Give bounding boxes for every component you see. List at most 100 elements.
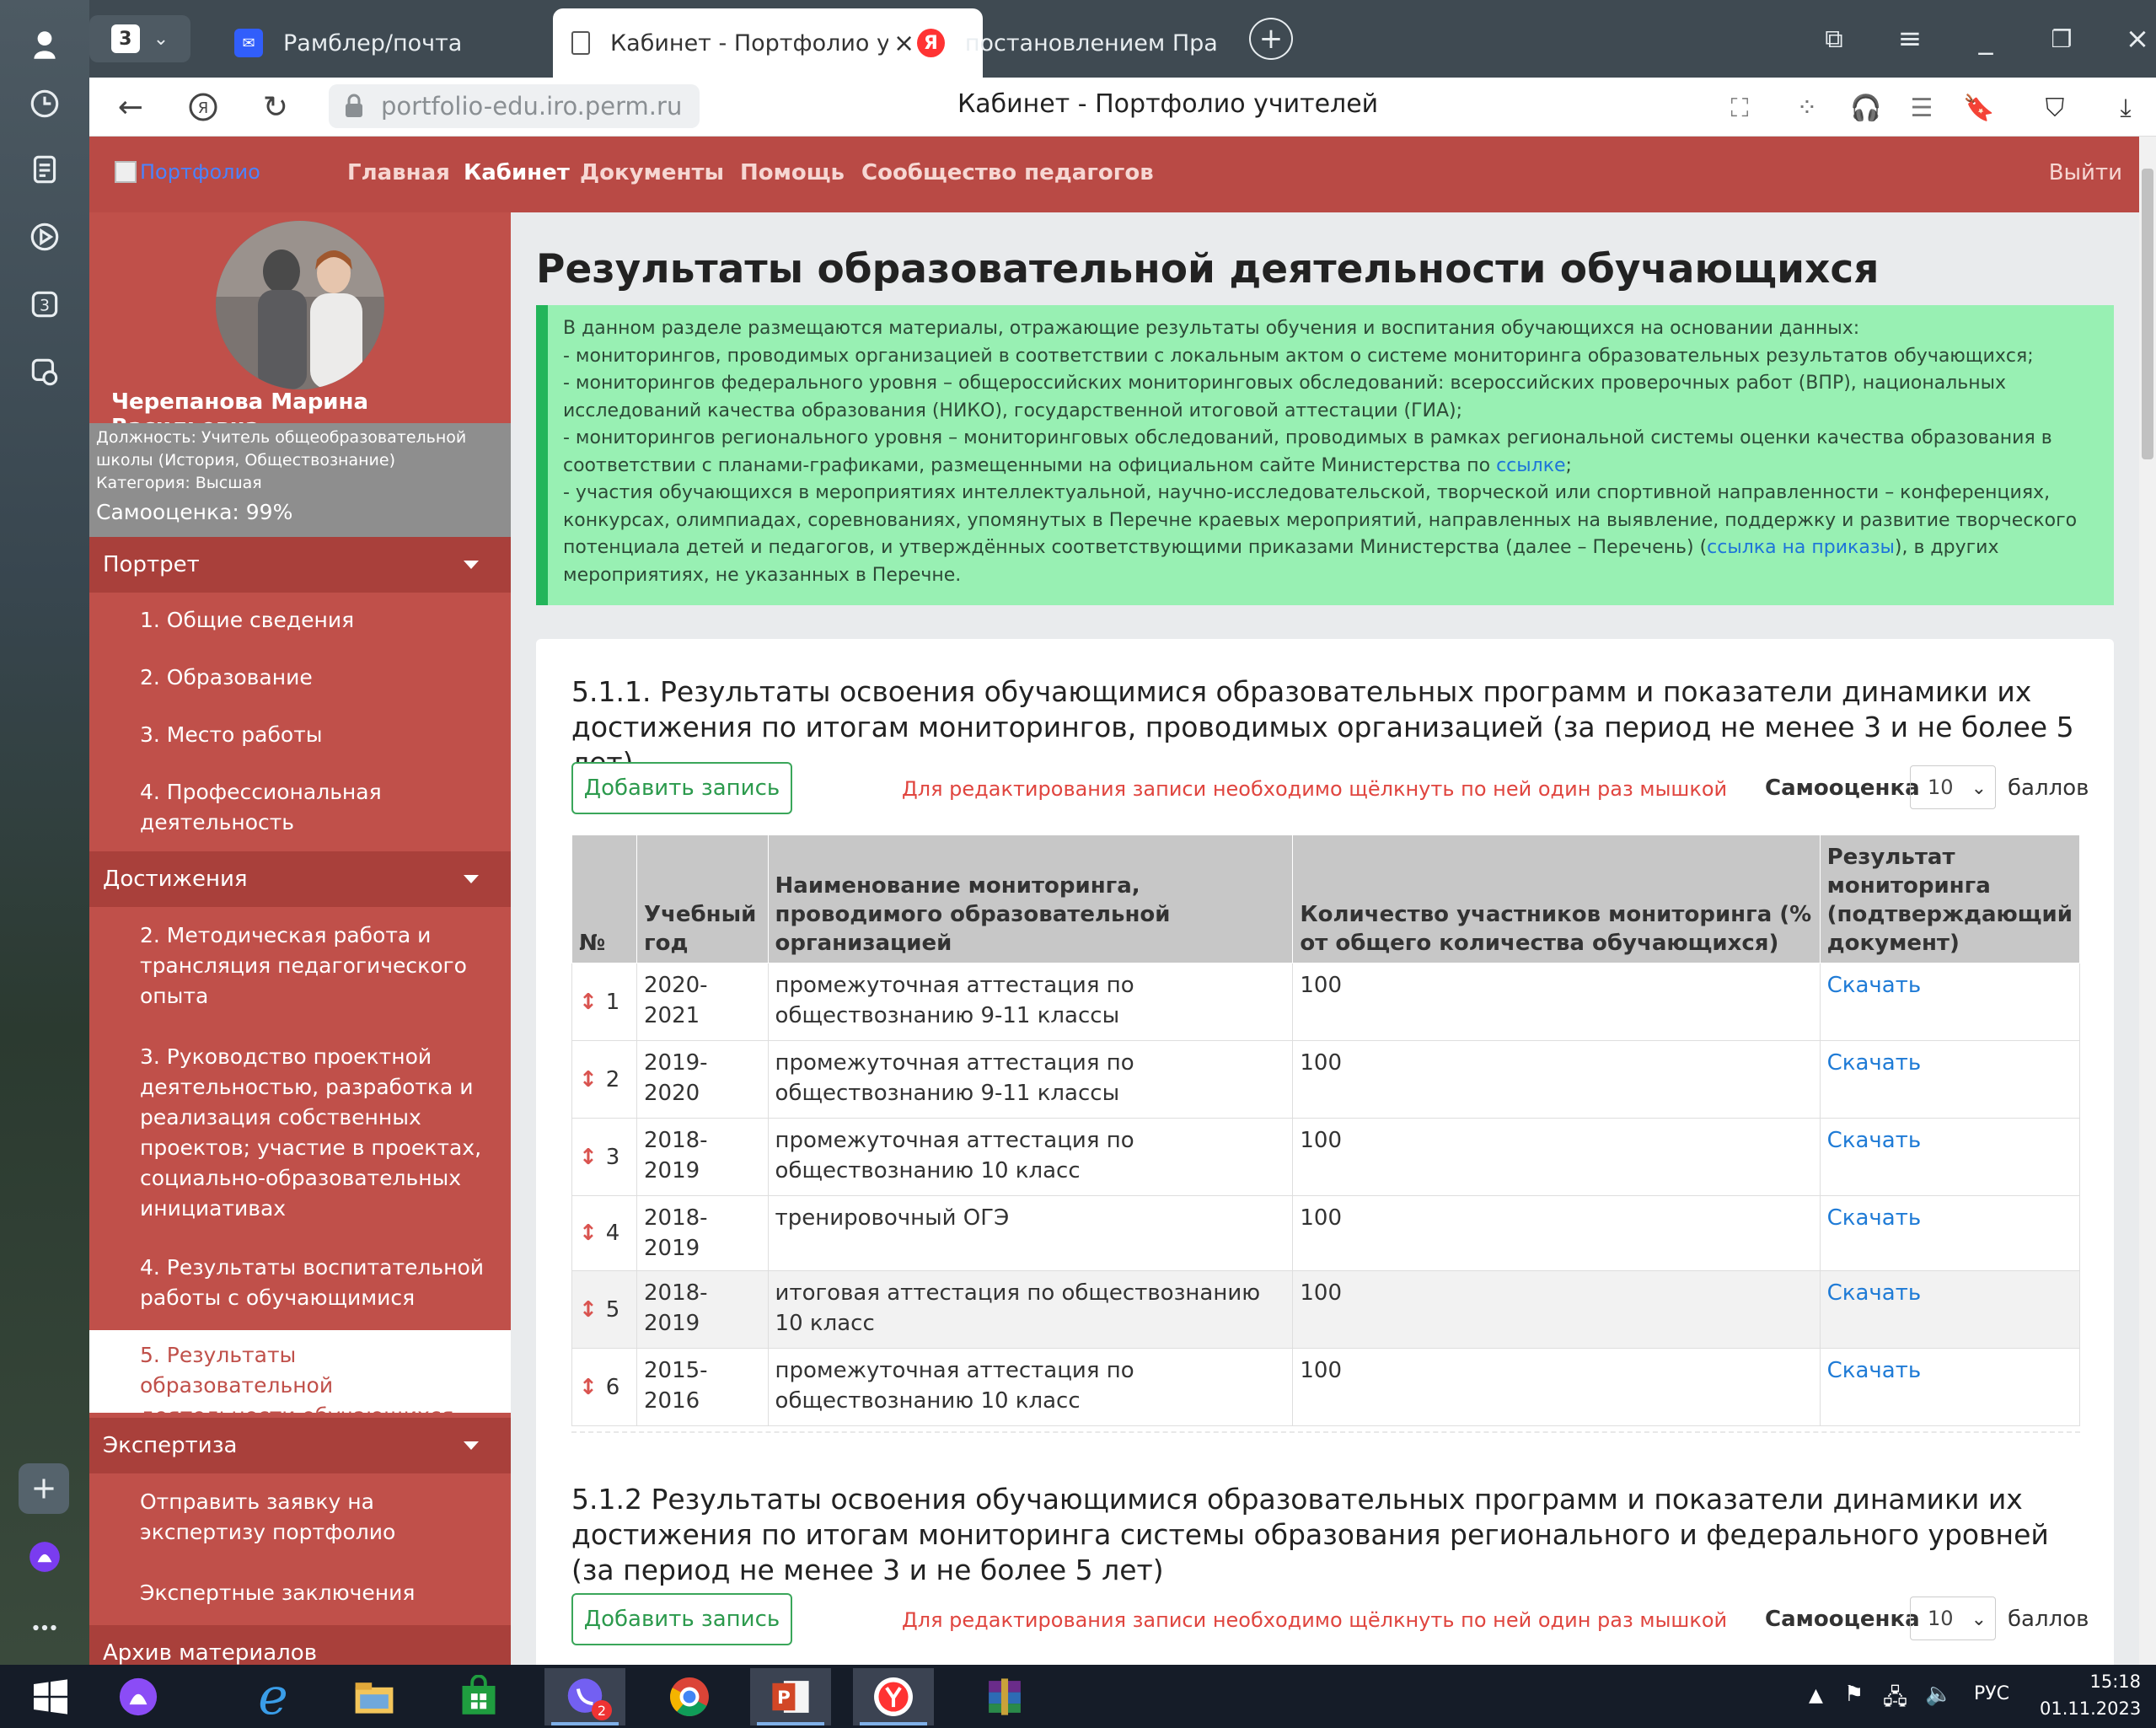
reader-mode-icon[interactable]: ☰ <box>1903 89 1940 126</box>
bookmark-icon[interactable]: 🔖 <box>1960 89 1998 126</box>
table-row[interactable]: ↕ 3 2018-2019 промежуточная аттестация по… <box>571 1118 2081 1196</box>
table-row[interactable]: ↕ 5 2018-2019 итоговая аттестация по обще… <box>571 1270 2081 1349</box>
screenshot-icon[interactable] <box>24 351 66 393</box>
download-link[interactable]: Скачать <box>1827 1358 1922 1383</box>
sidebar-item-learning-results[interactable]: 5. Результаты образовательной деятельнос… <box>89 1330 511 1428</box>
sidebar-item-upbringing[interactable]: 4. Результаты воспитательной работы с об… <box>89 1253 511 1313</box>
translate-icon[interactable]: ⛶ <box>1721 89 1758 126</box>
row-number[interactable]: ↕ 4 <box>571 1195 637 1271</box>
sidebar-item-general[interactable]: 1. Общие сведения <box>89 605 511 636</box>
row-number[interactable]: ↕ 3 <box>571 1118 637 1196</box>
new-tab-icon[interactable]: + <box>1249 18 1293 60</box>
store-icon[interactable] <box>438 1668 519 1725</box>
sort-arrows-icon[interactable]: ↕ <box>579 1375 598 1400</box>
download-link[interactable]: Скачать <box>1827 1280 1922 1306</box>
tabs-collection-icon[interactable]: ⧉ <box>1809 17 1859 61</box>
sidebar-section-portrait[interactable]: Портрет <box>89 537 511 593</box>
row-number[interactable]: ↕ 2 <box>571 1040 637 1119</box>
info-intro: В данном разделе размещаются материалы, … <box>563 318 1860 339</box>
sort-arrows-icon[interactable]: ↕ <box>579 1221 598 1246</box>
file-explorer-icon[interactable] <box>334 1668 415 1725</box>
chrome-icon[interactable] <box>649 1668 730 1725</box>
alice-assistant-icon[interactable] <box>24 1536 66 1578</box>
tab-postanovlenie[interactable]: Я постановлением Правите <box>898 8 1236 78</box>
headphones-icon[interactable]: 🎧 <box>1848 89 1885 126</box>
volume-icon[interactable]: 🔈 <box>1925 1682 1952 1707</box>
protect-icon[interactable]: ⛉ <box>2036 89 2073 126</box>
close-window-icon[interactable]: × <box>2112 17 2156 61</box>
zen-counter-icon[interactable]: 3 <box>24 283 66 325</box>
sort-arrows-icon[interactable]: ↕ <box>579 1067 598 1092</box>
clock-time[interactable]: 15:18 <box>2040 1672 2141 1692</box>
downloads-icon[interactable]: ⤓ <box>2107 89 2144 126</box>
add-panel-icon[interactable] <box>19 1463 69 1514</box>
yandex-logo-icon[interactable]: Я <box>184 88 223 126</box>
play-icon[interactable] <box>24 216 66 258</box>
sort-arrows-icon[interactable]: ↕ <box>579 990 598 1015</box>
row-number[interactable]: ↕ 6 <box>571 1348 637 1426</box>
sidebar-item-expert-conclusions[interactable]: Экспертные заключения <box>89 1578 511 1608</box>
download-link[interactable]: Скачать <box>1827 1050 1922 1076</box>
nav-cabinet[interactable]: Кабинет <box>464 160 570 185</box>
sidebar-item-workplace[interactable]: 3. Место работы <box>89 720 511 750</box>
table-row[interactable]: ↕ 2 2019-2020 промежуточная аттестация по… <box>571 1040 2081 1119</box>
back-arrow-icon[interactable]: ← <box>111 88 150 126</box>
alice-icon[interactable] <box>98 1668 179 1725</box>
viber-icon[interactable]: 2 <box>544 1668 625 1725</box>
nav-community[interactable]: Сообщество педагогов <box>861 160 1154 185</box>
winrar-icon[interactable] <box>964 1668 1045 1725</box>
row-number[interactable]: ↕ 1 <box>571 963 637 1041</box>
sidebar-item-send-request[interactable]: Отправить заявку на экспертизу портфолио <box>89 1487 511 1548</box>
row-number[interactable]: ↕ 5 <box>571 1270 637 1349</box>
info-item-3: - мониторингов регионального уровня – мо… <box>563 425 2099 480</box>
site-logo[interactable]: Портфолио <box>115 160 260 184</box>
minimize-icon[interactable]: _ <box>1960 17 2011 61</box>
orders-link[interactable]: ссылка на приказы <box>1707 537 1895 558</box>
input-language[interactable]: РУС <box>1974 1683 2009 1704</box>
self-rating-select[interactable]: 10 ⌄ <box>1910 765 1996 809</box>
sort-arrows-icon[interactable]: ↕ <box>579 1297 598 1323</box>
add-record-button[interactable]: Добавить запись <box>571 762 792 814</box>
scrollbar-thumb[interactable] <box>2142 169 2153 459</box>
restore-icon[interactable]: ❐ <box>2036 17 2087 61</box>
menu-icon[interactable]: ≡ <box>1885 17 1935 61</box>
nav-help[interactable]: Помощь <box>740 160 845 185</box>
tray-expand-icon[interactable]: ▲ <box>1809 1685 1823 1706</box>
logout-link[interactable]: Выйти <box>2049 160 2122 185</box>
powerpoint-icon[interactable]: P <box>750 1668 831 1725</box>
sidebar-item-methodical[interactable]: 2. Методическая работа и трансляция педа… <box>89 920 511 1012</box>
clock-date[interactable]: 01.11.2023 <box>2040 1698 2141 1719</box>
profile-icon[interactable] <box>24 24 66 66</box>
sidebar-section-archive[interactable]: Архив материалов <box>89 1625 511 1665</box>
table-row[interactable]: ↕ 4 2018-2019 тренировочный ОГЭ 100 Скача… <box>571 1195 2081 1271</box>
internet-explorer-icon[interactable]: e <box>233 1667 314 1726</box>
download-link[interactable]: Скачать <box>1827 973 1922 998</box>
nav-home[interactable]: Главная <box>347 160 450 185</box>
ministry-link[interactable]: ссылке <box>1496 455 1565 476</box>
tab-group-switcher[interactable]: 3 ⌄ <box>89 15 190 62</box>
download-link[interactable]: Скачать <box>1827 1128 1922 1153</box>
self-rating-select[interactable]: 10 ⌄ <box>1910 1597 1996 1640</box>
yandex-browser-icon[interactable] <box>853 1668 934 1725</box>
flag-icon[interactable]: ⚑ <box>1844 1682 1864 1707</box>
download-link[interactable]: Скачать <box>1827 1205 1922 1231</box>
sidebar-section-achievements[interactable]: Достижения <box>89 851 511 907</box>
add-record-button[interactable]: Добавить запись <box>571 1593 792 1645</box>
cell-name: промежуточная аттестация по обществознан… <box>767 1040 1294 1119</box>
sort-arrows-icon[interactable]: ↕ <box>579 1145 598 1170</box>
sidebar-item-professional[interactable]: 4. Профессиональная деятельность <box>89 777 494 838</box>
more-dots-icon[interactable] <box>24 1607 66 1649</box>
history-clock-icon[interactable] <box>24 83 66 125</box>
table-row[interactable]: ↕ 1 2020-2021 промежуточная аттестация по… <box>571 963 2081 1041</box>
url-field[interactable]: portfolio-edu.iro.perm.ru <box>329 84 700 128</box>
table-row[interactable]: ↕ 6 2015-2016 промежуточная аттестация по… <box>571 1348 2081 1426</box>
reload-icon[interactable]: ↻ <box>256 88 295 126</box>
nav-documents[interactable]: Документы <box>580 160 724 185</box>
windows-start-icon[interactable] <box>10 1668 91 1725</box>
sidebar-section-expertise[interactable]: Экспертиза <box>89 1418 511 1473</box>
notes-icon[interactable] <box>24 148 66 191</box>
sidebar-item-projects[interactable]: 3. Руководство проектной деятельностью, … <box>89 1042 511 1224</box>
network-icon[interactable]: 🖧 <box>1883 1682 1907 1719</box>
sidebar-item-education[interactable]: 2. Образование <box>89 663 511 693</box>
extensions-icon[interactable]: ⁘ <box>1789 89 1826 126</box>
